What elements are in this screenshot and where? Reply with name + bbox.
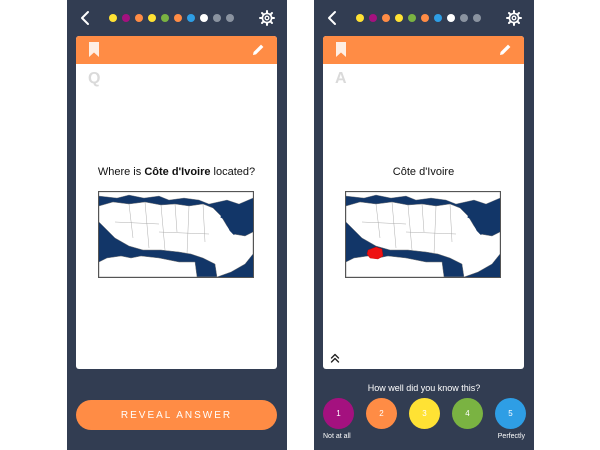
page: Q Where is Côte d'Ivoire located? REVEAL…: [0, 0, 600, 450]
question-prompt: Where is Côte d'Ivoire located?: [76, 166, 277, 178]
progress-dot-2: [369, 14, 377, 22]
progress-dot-8: [447, 14, 455, 22]
progress-dot-9: [213, 14, 221, 22]
progress-dots: [109, 14, 234, 22]
prompt-suffix: located?: [210, 166, 256, 178]
progress-dot-5: [161, 14, 169, 22]
africa-map: [98, 191, 254, 278]
map-graphic: [346, 192, 500, 277]
answer-text: Côte d'Ivoire: [392, 166, 455, 178]
progress-dot-3: [135, 14, 143, 22]
progress-dot-4: [148, 14, 156, 22]
prompt-country: Côte d'Ivoire: [144, 166, 211, 178]
rating-high-label: Perfectly: [497, 433, 525, 440]
progress-dot-10: [473, 14, 481, 22]
progress-dot-7: [434, 14, 442, 22]
progress-dot-6: [421, 14, 429, 22]
progress-dots: [356, 14, 481, 22]
progress-dot-7: [187, 14, 195, 22]
rating-button-2[interactable]: 2: [366, 398, 397, 429]
card-side-letter: Q: [88, 70, 101, 87]
progress-dot-5: [408, 14, 416, 22]
answer-screen: A Côte d'Ivoire How well did you know th…: [314, 0, 534, 450]
progress-dot-1: [109, 14, 117, 22]
back-arrow-icon[interactable]: [77, 10, 93, 26]
map-graphic: [99, 192, 253, 277]
progress-dot-6: [174, 14, 182, 22]
rating-low-label: Not at all: [323, 433, 351, 440]
progress-dot-8: [200, 14, 208, 22]
rating-buttons: 1 2 3 4 5: [314, 398, 534, 430]
top-bar: [67, 0, 287, 36]
progress-dot-1: [356, 14, 364, 22]
rating-question: How well did you know this?: [367, 383, 481, 393]
bookmark-icon[interactable]: [88, 42, 100, 57]
progress-dot-3: [382, 14, 390, 22]
gear-icon[interactable]: [259, 10, 275, 26]
progress-dot-10: [226, 14, 234, 22]
flashcard-question: Q Where is Côte d'Ivoire located?: [76, 36, 277, 369]
top-bar: [314, 0, 534, 36]
pencil-icon[interactable]: [499, 43, 512, 56]
bookmark-icon[interactable]: [335, 42, 347, 57]
rating-button-3[interactable]: 3: [409, 398, 440, 429]
question-screen: Q Where is Côte d'Ivoire located? REVEAL…: [67, 0, 287, 450]
africa-map-highlighted: [345, 191, 501, 278]
rating-button-1[interactable]: 1: [323, 398, 354, 429]
back-arrow-icon[interactable]: [324, 10, 340, 26]
progress-dot-4: [395, 14, 403, 22]
progress-dot-9: [460, 14, 468, 22]
progress-dot-2: [122, 14, 130, 22]
reveal-answer-button[interactable]: REVEAL ANSWER: [76, 400, 277, 430]
rating-button-4[interactable]: 4: [452, 398, 483, 429]
flashcard-answer: A Côte d'Ivoire: [323, 36, 524, 369]
card-header: [323, 36, 524, 64]
gear-icon[interactable]: [506, 10, 522, 26]
card-side-letter: A: [335, 70, 347, 87]
pencil-icon[interactable]: [252, 43, 265, 56]
card-header: [76, 36, 277, 64]
chevron-up-double-icon[interactable]: [330, 353, 340, 363]
rating-button-5[interactable]: 5: [495, 398, 526, 429]
prompt-prefix: Where is: [97, 166, 145, 178]
